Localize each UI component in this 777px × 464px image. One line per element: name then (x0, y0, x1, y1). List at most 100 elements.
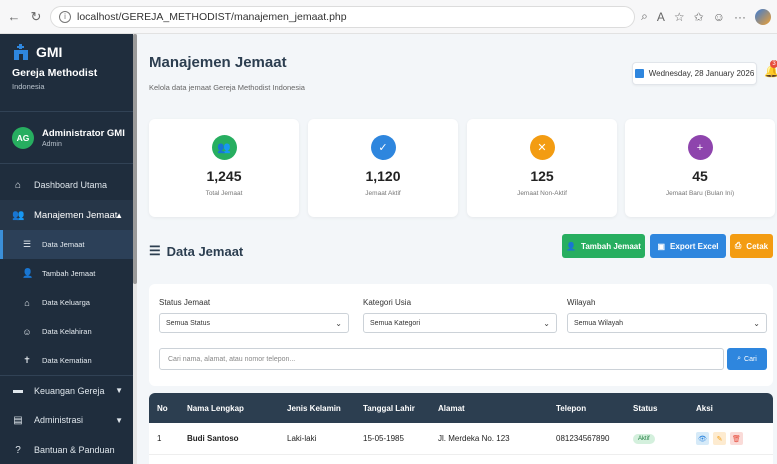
zoom-icon[interactable]: ⌕ (641, 9, 648, 24)
table-header: No Nama Lengkap Jenis Kelamin Tanggal La… (149, 393, 773, 423)
user-role: Admin (42, 140, 62, 148)
home-icon: ⌂ (24, 297, 30, 308)
browser-actions: ⌕ A ☆ ✩ ☺ ··· (641, 8, 771, 25)
calendar-icon (634, 69, 644, 78)
print-icon: ⎙ (734, 241, 742, 250)
church-name: Gereja Methodist (12, 67, 98, 79)
region-select[interactable]: Semua Wilayah ⌄ (567, 313, 767, 333)
page-title: Manajemen Jemaat (149, 54, 287, 71)
chevron-down-icon: ▼ (115, 386, 123, 395)
print-button[interactable]: ⎙ Cetak (730, 234, 773, 258)
user-plus-icon: 👤 (566, 241, 577, 251)
copilot-icon[interactable] (755, 8, 771, 25)
column-header[interactable]: Jenis Kelamin (287, 393, 341, 423)
notification-bell-icon[interactable]: 🔔 3 (764, 60, 777, 78)
profile-icon[interactable]: ☺ (713, 10, 725, 24)
current-date: Wednesday, 28 January 2026 (648, 69, 755, 78)
column-header[interactable]: Aksi (696, 393, 713, 423)
stat-label: Jemaat Aktif (365, 190, 401, 197)
chevron-down-icon: ⌄ (543, 318, 550, 328)
stat-value: 1,245 (206, 168, 242, 184)
help-icon: ? (15, 444, 21, 456)
browser-toolbar: ← ↻ i localhost/GEREJA_METHODIST/manajem… (0, 0, 777, 34)
filter-region: Wilayah Semua Wilayah ⌄ (567, 298, 767, 333)
url-text: localhost/GEREJA_METHODIST/manajemen_jem… (77, 10, 347, 23)
filter-status: Status Jemaat Semua Status ⌄ (159, 298, 349, 333)
filter-age: Kategori Usia Semua Kategori ⌄ (363, 298, 557, 333)
avatar: AG (12, 126, 34, 149)
column-header[interactable]: Telepon (556, 393, 586, 423)
more-icon[interactable]: ··· (734, 10, 746, 24)
info-icon[interactable]: i (59, 10, 71, 23)
delete-button[interactable]: 🗑 (730, 432, 743, 445)
column-header[interactable]: Alamat (438, 393, 465, 423)
status-badge: Aktif (633, 433, 655, 444)
stat-card-baru: + 45 Jemaat Baru (Bulan Ini) (625, 119, 775, 217)
chevron-up-icon: ▲ (115, 210, 123, 220)
back-icon[interactable]: ← (6, 9, 22, 25)
sidebar-menu: ⌂ Dashboard Utama 👥 Manajemen Jemaat ▲ ☰… (0, 170, 137, 464)
date-display: Wednesday, 28 January 2026 (632, 62, 757, 85)
sidebar-item-administrasi[interactable]: ▤ Administrasi ▼ (0, 405, 137, 435)
sidebar-subitem-data-kelahiran[interactable]: ☺ Data Kelahiran (0, 317, 137, 346)
chevron-down-icon: ▼ (115, 415, 123, 425)
sidebar-item-keuangan[interactable]: ▬ Keuangan Gereja ▼ (0, 375, 137, 405)
column-header[interactable]: Tanggal Lahir (363, 393, 415, 423)
user-times-icon: ✕ (529, 135, 555, 160)
view-button[interactable]: 👁 (696, 432, 709, 445)
sidebar: GMI Gereja Methodist Indonesia AG Admini… (0, 34, 137, 464)
cross-icon: ✝ (23, 355, 31, 365)
read-aloud-icon[interactable]: A (657, 10, 665, 24)
search-input[interactable]: Cari nama, alamat, atau nomor telepon... (159, 348, 724, 370)
stat-value: 45 (692, 168, 708, 184)
notification-badge: 3 (770, 60, 777, 68)
brand-name: GMI (36, 44, 63, 60)
favorite-icon[interactable]: ☆ (674, 10, 685, 24)
document-icon: ▤ (13, 414, 23, 426)
status-select[interactable]: Semua Status ⌄ (159, 313, 349, 333)
list-icon: ☰ (149, 243, 161, 258)
list-icon: ☰ (22, 239, 32, 249)
sidebar-logo: GMI Gereja Methodist Indonesia (0, 34, 137, 112)
search-button[interactable]: ⌕ Cari (727, 348, 767, 370)
address-bar[interactable]: i localhost/GEREJA_METHODIST/manajemen_j… (50, 5, 636, 28)
add-member-button[interactable]: 👤 Tambah Jemaat (562, 234, 645, 258)
export-excel-button[interactable]: ▣ Export Excel (650, 234, 726, 258)
user-plus-icon: + (687, 135, 713, 160)
file-excel-icon: ▣ (657, 241, 666, 251)
stat-card-nonaktif: ✕ 125 Jemaat Non-Aktif (467, 119, 617, 217)
age-select[interactable]: Semua Kategori ⌄ (363, 313, 557, 333)
church-icon (14, 44, 28, 60)
sidebar-subitem-data-kematian[interactable]: ✝ Data Kematian (0, 346, 137, 375)
stat-value: 125 (530, 168, 554, 184)
sidebar-item-bantuan[interactable]: ? Bantuan & Panduan (0, 435, 137, 464)
stat-value: 1,120 (365, 168, 401, 184)
main-content: Manajemen Jemaat Kelola data jemaat Gere… (137, 34, 777, 464)
home-icon: ⌂ (14, 179, 22, 191)
user-name: Administrator GMI (42, 127, 125, 139)
edit-button[interactable]: ✎ (713, 432, 726, 445)
sidebar-subitem-data-jemaat[interactable]: ☰ Data Jemaat (0, 230, 137, 259)
stat-label: Total Jemaat (205, 190, 243, 197)
reload-icon[interactable]: ↻ (28, 9, 44, 25)
sidebar-subitem-tambah-jemaat[interactable]: 👤 Tambah Jemaat (0, 259, 137, 288)
user-check-icon: ✓ (370, 135, 396, 160)
baby-icon: ☺ (22, 326, 32, 337)
column-header[interactable]: No (157, 393, 168, 423)
sidebar-item-manajemen-jemaat[interactable]: 👥 Manajemen Jemaat ▲ (0, 200, 137, 230)
sidebar-subitem-data-keluarga[interactable]: ⌂ Data Keluarga (0, 288, 137, 317)
table-row[interactable]: 1 Budi Santoso Laki-laki 15-05-1985 Jl. … (149, 423, 773, 455)
member-table: No Nama Lengkap Jenis Kelamin Tanggal La… (149, 393, 773, 464)
search-icon: ⌕ (737, 355, 742, 362)
column-header[interactable]: Nama Lengkap (187, 393, 244, 423)
wallet-icon: ▬ (13, 385, 23, 396)
column-header[interactable]: Status (633, 393, 657, 423)
stat-label: Jemaat Non-Aktif (517, 190, 567, 197)
filter-panel: Status Jemaat Semua Status ⌄ Kategori Usi… (149, 284, 773, 386)
favorites-icon[interactable]: ✩ (694, 10, 704, 24)
sidebar-item-dashboard[interactable]: ⌂ Dashboard Utama (0, 170, 137, 200)
chevron-down-icon: ⌄ (335, 318, 342, 328)
section-title: ☰ Data Jemaat (149, 243, 244, 259)
user-plus-icon: 👤 (22, 268, 34, 278)
user-profile[interactable]: AG Administrator GMI Admin (0, 112, 137, 164)
